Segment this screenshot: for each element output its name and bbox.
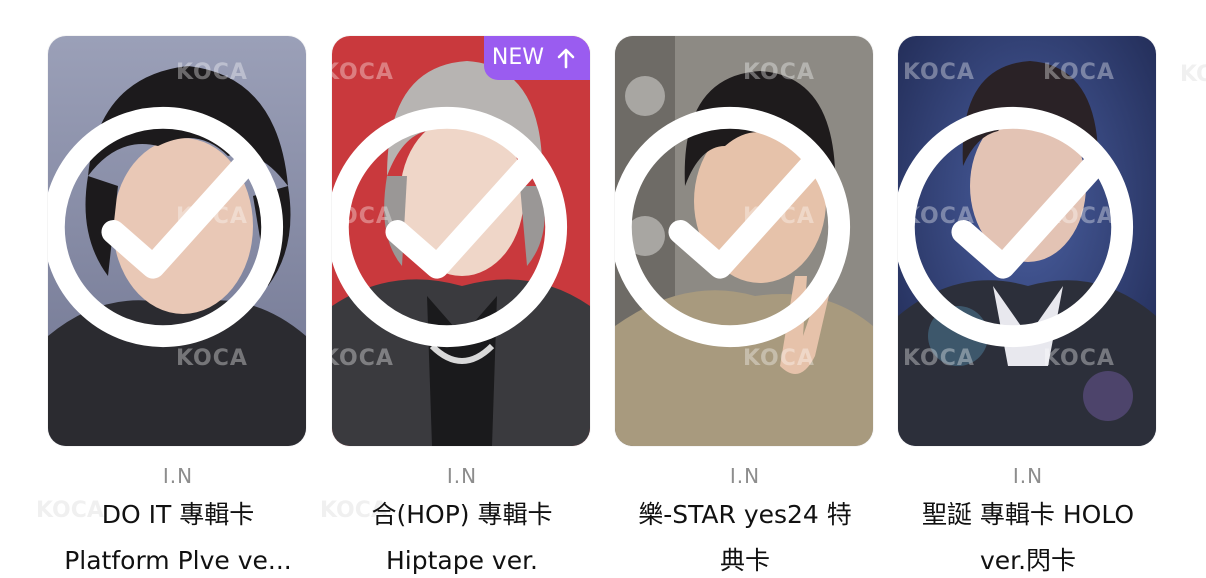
card-title-line1[interactable]: DO IT 專輯卡 bbox=[48, 496, 308, 534]
card-title-line2[interactable]: ver.閃卡 bbox=[898, 542, 1158, 578]
check-circle-icon[interactable] bbox=[615, 36, 859, 432]
card-artist: I.N bbox=[729, 464, 761, 488]
background-watermark: KOCA bbox=[1180, 62, 1206, 87]
photocard-item[interactable]: KOCA KOCA KOCA I.N 樂-STAR yes24 特 典卡 bbox=[615, 36, 875, 578]
card-title-line1[interactable]: 合(HOP) 專輯卡 bbox=[332, 496, 592, 534]
photocard-image[interactable]: KOCA KOCA KOCA NEW bbox=[332, 36, 590, 446]
photocard-image[interactable]: KOCA KOCA KOCA bbox=[48, 36, 306, 446]
card-artist: I.N bbox=[1012, 464, 1044, 488]
photocard-item[interactable]: KOCA KOCA KOCA NEW I.N 合(HOP) 專輯卡 Hiptap… bbox=[332, 36, 592, 578]
card-artist: I.N bbox=[446, 464, 478, 488]
photocard-image[interactable]: KOCA KOCA KOCA KOCA KOCA KOCA bbox=[898, 36, 1156, 446]
card-title-line1[interactable]: 聖誕 專輯卡 HOLO bbox=[898, 496, 1158, 534]
card-title-line2[interactable]: Platform Plve ve... bbox=[48, 542, 308, 578]
card-title-line1[interactable]: 樂-STAR yes24 特 bbox=[615, 496, 875, 534]
photocard-item[interactable]: KOCA KOCA KOCA I.N DO IT 專輯卡 Platform Pl… bbox=[48, 36, 308, 578]
photocard-image[interactable]: KOCA KOCA KOCA bbox=[615, 36, 873, 446]
check-circle-icon[interactable] bbox=[898, 36, 1142, 432]
card-artist: I.N bbox=[162, 464, 194, 488]
check-circle-icon[interactable] bbox=[48, 36, 292, 432]
check-circle-icon[interactable] bbox=[332, 36, 576, 432]
photocard-item[interactable]: KOCA KOCA KOCA KOCA KOCA KOCA I.N 聖誕 專輯卡… bbox=[898, 36, 1158, 578]
card-title-line2[interactable]: 典卡 bbox=[615, 542, 875, 578]
photocard-grid: KOCA KOCA KOCA KOCA KOCA KOCA bbox=[0, 0, 1206, 578]
card-title-line2[interactable]: Hiptape ver. bbox=[332, 542, 592, 578]
